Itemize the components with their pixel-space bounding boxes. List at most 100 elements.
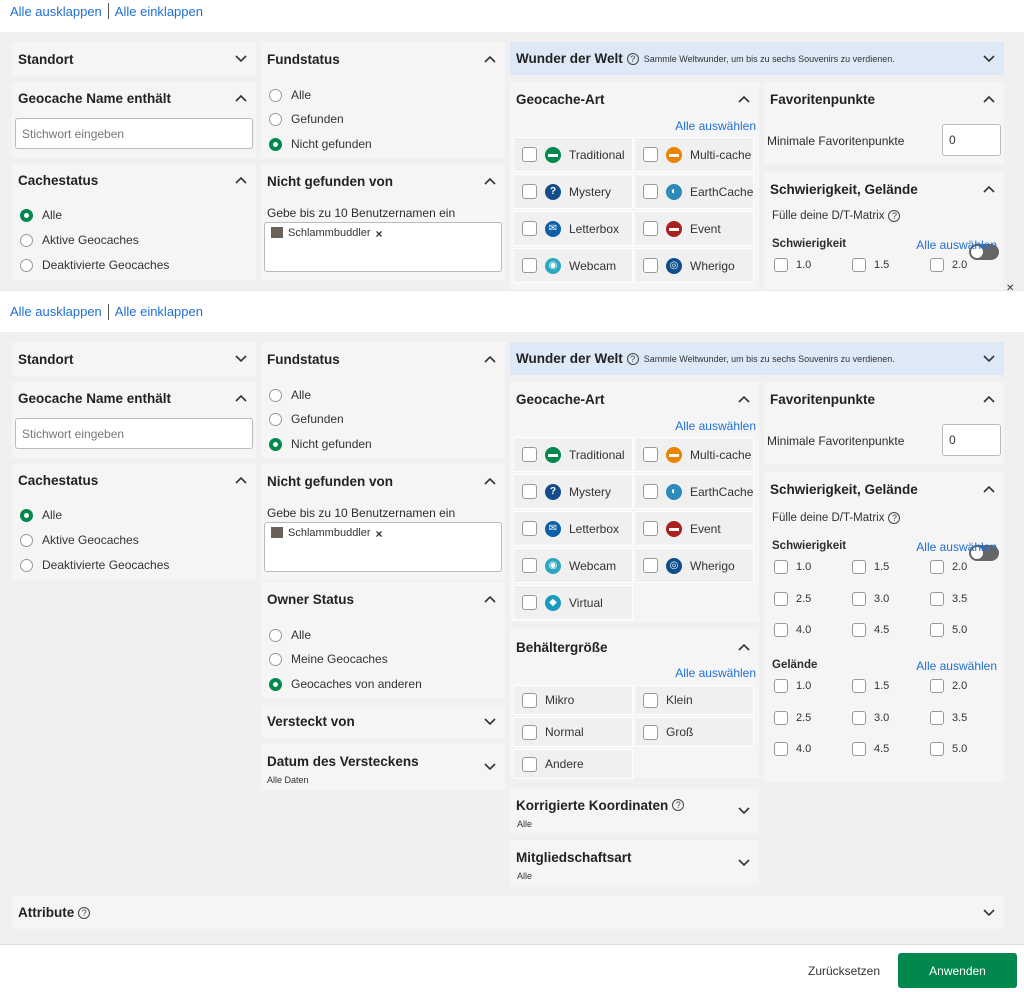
checkbox[interactable]	[643, 692, 658, 708]
geocache-type-option[interactable]: ◎ Wherigo	[634, 248, 754, 283]
checkbox[interactable]	[930, 710, 944, 725]
select-all-types-link[interactable]: Alle auswählen	[675, 119, 756, 133]
checkbox[interactable]	[522, 447, 537, 462]
terrain-option[interactable]: 1.0	[774, 679, 811, 693]
geocache-type-option[interactable]: ◐ EarthCache	[634, 474, 754, 509]
container-size-option[interactable]: Groß	[634, 717, 754, 747]
radio[interactable]	[20, 558, 33, 572]
container-size-option[interactable]: Klein	[634, 685, 754, 715]
checkbox[interactable]	[774, 710, 788, 725]
container-size-option[interactable]: Normal	[513, 717, 633, 747]
checkbox[interactable]	[643, 558, 658, 573]
checkbox[interactable]	[522, 484, 537, 499]
expand-all-link[interactable]: Alle ausklappen	[10, 304, 102, 319]
difficulty-option[interactable]: 1.0	[774, 560, 811, 574]
remove-tag-icon[interactable]: ×	[376, 527, 383, 541]
chevron-up-icon[interactable]	[483, 474, 497, 488]
geocache-type-option[interactable]: ? Mystery	[513, 474, 633, 509]
checkbox[interactable]	[522, 724, 537, 740]
chevron-up-icon[interactable]	[234, 91, 248, 105]
apply-button[interactable]: Anwenden	[898, 953, 1017, 988]
wonders-header[interactable]: Wunder der Welt? Sammle Weltwunder, um bi…	[510, 342, 1004, 375]
radio[interactable]	[269, 112, 282, 126]
radio[interactable]	[269, 652, 282, 666]
close-icon[interactable]: ✕	[1006, 283, 1014, 294]
terrain-option[interactable]: 3.0	[852, 710, 889, 725]
terrain-option[interactable]: 4.0	[774, 742, 811, 756]
difficulty-option[interactable]: 1.5	[852, 560, 889, 574]
cachestatus-option[interactable]: Deaktivierte Geocaches	[20, 258, 169, 272]
checkbox[interactable]	[522, 221, 537, 236]
difficulty-option[interactable]: 3.5	[930, 591, 967, 606]
checkbox[interactable]	[852, 623, 866, 637]
chevron-up-icon[interactable]	[234, 173, 248, 187]
checkbox[interactable]	[522, 595, 537, 610]
geocache-type-option[interactable]: ✉ Letterbox	[513, 511, 633, 546]
difficulty-option[interactable]: 4.5	[852, 623, 889, 637]
hide-date-panel[interactable]: Datum des Versteckens Alle Daten	[261, 744, 505, 790]
checkbox[interactable]	[643, 521, 658, 536]
checkbox[interactable]	[930, 591, 944, 606]
chevron-up-icon[interactable]	[234, 391, 248, 405]
terrain-option[interactable]: 4.5	[852, 742, 889, 756]
checkbox[interactable]	[774, 679, 788, 693]
difficulty-option[interactable]: 2.5	[774, 591, 811, 606]
chevron-up-icon[interactable]	[982, 482, 996, 496]
checkbox[interactable]	[522, 692, 537, 708]
geocache-type-option[interactable]: ◐ EarthCache	[634, 174, 754, 209]
expand-all-link[interactable]: Alle ausklappen	[10, 4, 102, 19]
reset-button[interactable]: Zurücksetzen	[808, 964, 880, 978]
radio[interactable]	[20, 258, 33, 272]
checkbox[interactable]	[522, 756, 537, 772]
owner-status-option[interactable]: Geocaches von anderen	[269, 677, 422, 691]
radio-selected[interactable]	[20, 208, 33, 222]
terrain-option[interactable]: 2.0	[930, 679, 967, 693]
checkbox[interactable]	[643, 484, 658, 499]
radio[interactable]	[20, 533, 33, 547]
select-all-difficulty-link[interactable]: Alle auswählen	[916, 238, 997, 252]
checkbox[interactable]	[930, 258, 944, 272]
fundstatus-option[interactable]: Nicht gefunden	[269, 437, 372, 451]
terrain-option[interactable]: 2.5	[774, 710, 811, 725]
checkbox[interactable]	[774, 623, 788, 637]
standort-header[interactable]: Standort	[12, 42, 256, 76]
chevron-up-icon[interactable]	[737, 92, 751, 106]
name-search-input[interactable]: Stichwort eingeben	[15, 118, 253, 149]
chevron-up-icon[interactable]	[737, 640, 751, 654]
checkbox[interactable]	[643, 724, 658, 740]
terrain-option[interactable]: 1.5	[852, 679, 889, 693]
radio-selected[interactable]	[269, 677, 282, 691]
fundstatus-option[interactable]: Alle	[269, 88, 311, 102]
help-icon[interactable]: ?	[672, 799, 685, 811]
checkbox[interactable]	[643, 184, 658, 199]
min-favorites-input[interactable]: 0	[942, 124, 1001, 156]
select-all-terrain-link[interactable]: Alle auswählen	[916, 659, 997, 673]
radio-selected[interactable]	[269, 137, 282, 151]
chevron-up-icon[interactable]	[982, 92, 996, 106]
checkbox[interactable]	[522, 258, 537, 273]
radio-selected[interactable]	[20, 508, 33, 522]
difficulty-option[interactable]: 3.0	[852, 591, 889, 606]
checkbox[interactable]	[852, 560, 866, 574]
attributes-header[interactable]: Attribute?	[12, 896, 1004, 929]
min-favorites-input[interactable]: 0	[942, 424, 1001, 456]
collapse-all-link[interactable]: Alle einklappen	[115, 304, 203, 319]
checkbox[interactable]	[643, 147, 658, 162]
cachestatus-option[interactable]: Alle	[20, 508, 62, 522]
checkbox[interactable]	[643, 258, 658, 273]
standort-header[interactable]: Standort	[12, 342, 256, 376]
difficulty-option[interactable]: 2.0	[930, 258, 967, 272]
radio[interactable]	[20, 233, 33, 247]
select-all-difficulty-link[interactable]: Alle auswählen	[916, 540, 997, 554]
hidden-by-header[interactable]: Versteckt von	[261, 705, 505, 738]
checkbox[interactable]	[852, 710, 866, 725]
chevron-up-icon[interactable]	[483, 52, 497, 66]
fundstatus-option[interactable]: Nicht gefunden	[269, 137, 372, 151]
difficulty-option[interactable]: 2.0	[930, 560, 967, 574]
select-all-types-link[interactable]: Alle auswählen	[675, 419, 756, 433]
terrain-option[interactable]: 5.0	[930, 742, 967, 756]
radio[interactable]	[269, 628, 282, 642]
cachestatus-option[interactable]: Aktive Geocaches	[20, 533, 139, 547]
checkbox[interactable]	[522, 521, 537, 536]
geocache-type-option[interactable]: ▬ Multi-cache	[634, 137, 754, 172]
